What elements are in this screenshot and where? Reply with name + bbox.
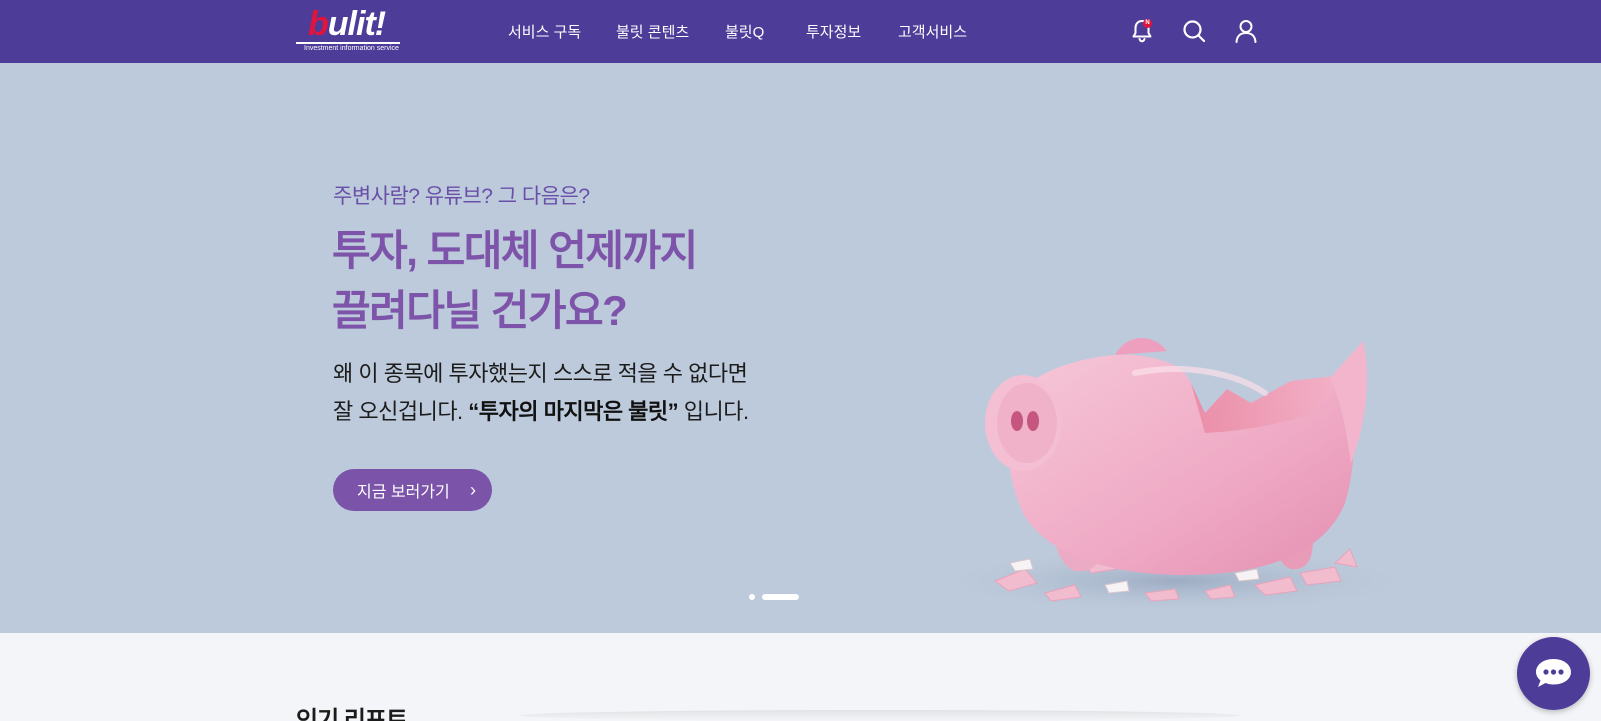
- hero-description-line-1: 왜 이 종목에 투자했는지 스스로 적을 수 없다면: [333, 361, 748, 386]
- hero-description-suffix: 입니다.: [678, 399, 749, 424]
- hero-banner: 주변사람? 유튜브? 그 다음은? 투자, 도대체 언제까지 끌려다닐 건가요?…: [0, 63, 1601, 633]
- nav-item-investment-info[interactable]: 투자정보: [806, 21, 861, 42]
- hero-title-line-2: 끌려다닐 건가요?: [332, 287, 628, 334]
- nav-item-subscription[interactable]: 서비스 구독: [508, 21, 581, 42]
- go-now-button-label: 지금 보러가기: [357, 484, 450, 501]
- hero-description: 왜 이 종목에 투자했는지 스스로 적을 수 없다면 잘 오신겁니다. “투자의…: [333, 355, 749, 431]
- hero-subtitle: 주변사람? 유튜브? 그 다음은?: [333, 185, 590, 208]
- search-icon: [1183, 20, 1206, 43]
- chat-bubble-icon: [1536, 659, 1571, 687]
- logo[interactable]: bulit! Investment information service: [296, 5, 402, 54]
- logo-wordmark: bulit!: [308, 5, 386, 43]
- report-card-shadow: [520, 710, 1240, 721]
- nav-item-bulitq[interactable]: 불릿Q: [725, 21, 764, 42]
- top-header: bulit! Investment information service 서비…: [0, 0, 1601, 63]
- user-button[interactable]: [1232, 17, 1260, 45]
- hero-title: 투자, 도대체 언제까지 끌려다닐 건가요?: [332, 221, 698, 341]
- hero-description-prefix: 잘 오신겁니다.: [333, 399, 469, 424]
- hero-description-line-2: 잘 오신겁니다. “투자의 마지막은 불릿” 입니다.: [333, 393, 749, 431]
- popular-reports-title: 인기 리포트: [296, 707, 408, 721]
- search-button[interactable]: [1180, 17, 1208, 45]
- user-icon: [1235, 20, 1257, 43]
- chat-button[interactable]: [1517, 637, 1590, 710]
- nav-item-customer-service[interactable]: 고객서비스: [898, 21, 967, 42]
- slide-dot-2-active[interactable]: [762, 594, 799, 600]
- logo-underline: [296, 42, 400, 44]
- chevron-right-icon: ›: [470, 480, 476, 500]
- hero-title-line-1: 투자, 도대체 언제까지: [332, 227, 698, 274]
- nav-item-contents[interactable]: 불릿 콘텐츠: [616, 21, 689, 42]
- slide-dot-1[interactable]: [749, 594, 755, 600]
- hero-description-highlight: “투자의 마지막은 불릿”: [468, 399, 679, 424]
- broken-piggy-bank-illustration: [925, 337, 1425, 615]
- logo-tagline: Investment information service: [304, 45, 399, 52]
- notification-badge: N: [1143, 19, 1152, 28]
- notification-button[interactable]: N: [1128, 17, 1156, 45]
- go-now-button[interactable]: 지금 보러가기 ›: [333, 469, 492, 511]
